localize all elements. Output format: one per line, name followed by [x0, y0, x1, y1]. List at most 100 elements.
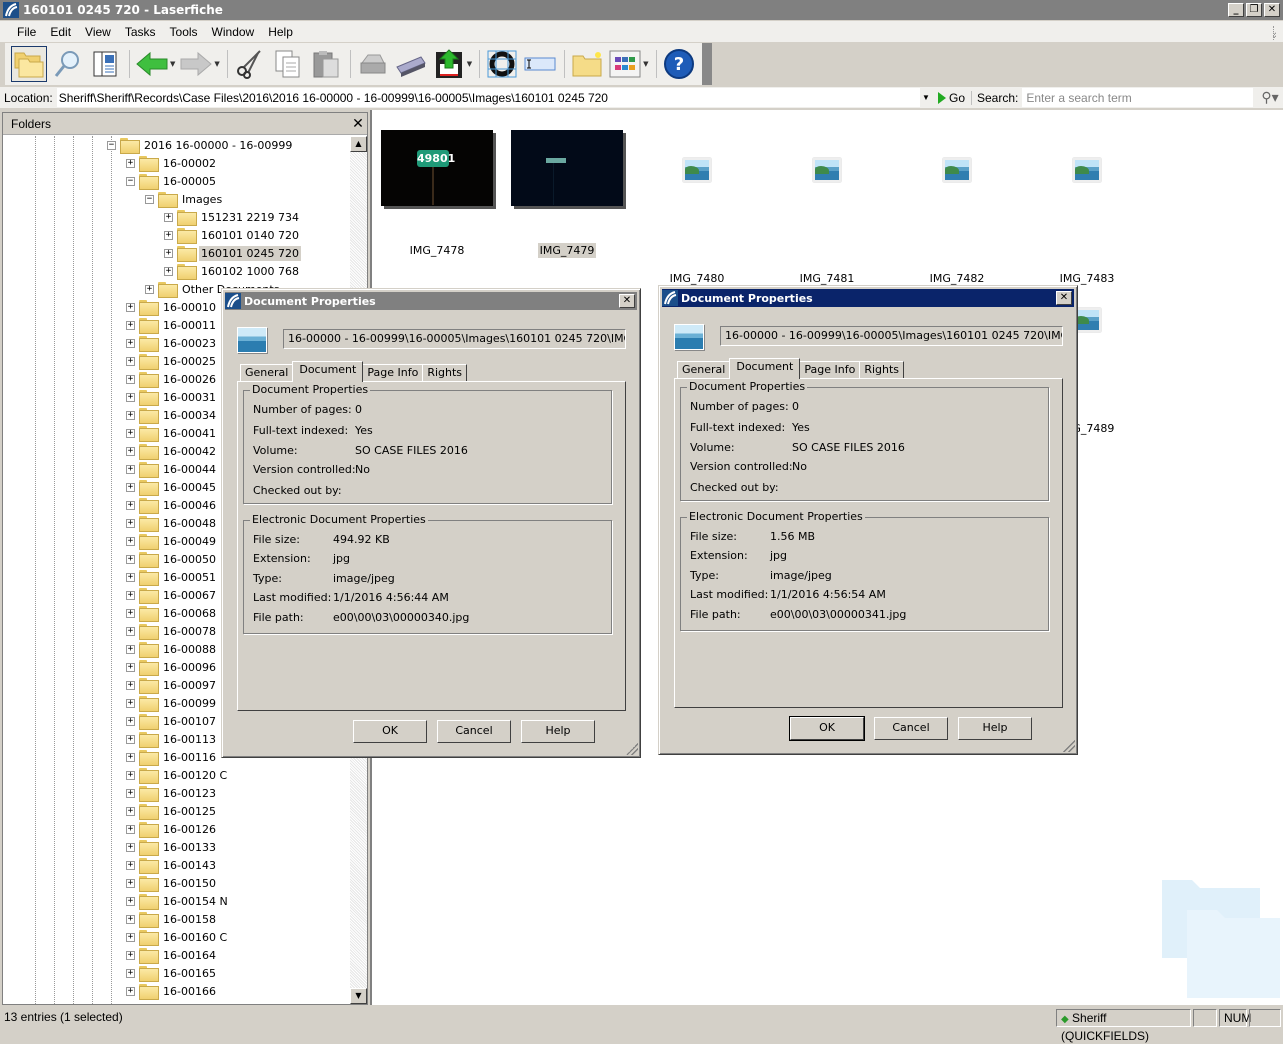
tree-item[interactable]: +16-00026 — [126, 370, 218, 388]
print-button[interactable] — [355, 46, 391, 82]
tab-document[interactable]: Document — [729, 358, 801, 379]
folders-toggle-button[interactable] — [11, 46, 47, 82]
scroll-up-button[interactable]: ▲ — [350, 136, 367, 152]
dialog-close-button[interactable]: ✕ — [1056, 291, 1072, 305]
close-button[interactable]: ✕ — [1264, 3, 1280, 17]
tree-item[interactable]: +16-00165 — [126, 964, 218, 982]
tree-item[interactable]: +16-00067 — [126, 586, 218, 604]
view-mode-dropdown-icon[interactable]: ▼ — [643, 60, 648, 68]
tree-item[interactable]: +16-00120 C — [126, 766, 229, 784]
rename-button[interactable] — [522, 46, 558, 82]
tree-item[interactable]: +16-00010 — [126, 298, 218, 316]
expand-icon[interactable]: + — [126, 878, 135, 888]
tree-item[interactable]: +16-00041 — [126, 424, 218, 442]
scan-button[interactable] — [393, 46, 429, 82]
tree-item[interactable]: +160102 1000 768 — [164, 262, 301, 280]
metadata-pane-button[interactable] — [87, 46, 123, 82]
cancel-button[interactable]: Cancel — [437, 720, 511, 743]
search-input[interactable] — [1022, 88, 1254, 107]
location-input[interactable] — [56, 88, 921, 107]
expand-icon[interactable]: + — [126, 572, 135, 582]
tree-item[interactable]: − 2016 16-00000 - 16-00999 — [107, 136, 294, 154]
forward-button[interactable] — [178, 46, 214, 82]
expand-icon[interactable]: + — [126, 446, 135, 456]
dialog-close-button[interactable]: ✕ — [619, 294, 635, 308]
go-button[interactable]: Go — [937, 90, 972, 105]
expand-icon[interactable]: + — [164, 248, 173, 258]
expand-icon[interactable]: + — [126, 824, 135, 834]
menu-view[interactable]: View — [78, 23, 118, 41]
help-button[interactable]: Help — [958, 717, 1032, 740]
expand-icon[interactable]: + — [145, 284, 154, 294]
import-button[interactable] — [431, 46, 467, 82]
expand-icon[interactable]: + — [164, 230, 173, 240]
tree-item[interactable]: +160101 0140 720 — [164, 226, 301, 244]
folders-close-icon[interactable]: ✕ — [349, 115, 367, 132]
import-dropdown-icon[interactable]: ▼ — [467, 60, 472, 68]
tree-item[interactable]: +16-00078 — [126, 622, 218, 640]
expand-icon[interactable]: + — [126, 464, 135, 474]
tree-item[interactable]: +16-00096 — [126, 658, 218, 676]
expand-icon[interactable]: + — [126, 518, 135, 528]
resize-grip[interactable] — [626, 743, 638, 755]
document-thumbnail[interactable]: IMG_7481 — [767, 130, 887, 286]
expand-icon[interactable]: + — [126, 428, 135, 438]
menubar-grip[interactable] — [1273, 26, 1276, 40]
tree-item[interactable]: +16-00050 — [126, 550, 218, 568]
collapse-icon[interactable]: − — [145, 194, 154, 204]
expand-icon[interactable]: + — [126, 302, 135, 312]
tree-item[interactable]: +16-00046 — [126, 496, 218, 514]
tree-item[interactable]: +16-00123 — [126, 784, 218, 802]
tree-item[interactable]: +16-00164 — [126, 946, 218, 964]
tree-item[interactable]: +16-00150 — [126, 874, 218, 892]
menu-tools[interactable]: Tools — [163, 23, 205, 41]
tree-item[interactable]: +16-00034 — [126, 406, 218, 424]
back-button[interactable] — [134, 46, 170, 82]
expand-icon[interactable]: + — [126, 158, 135, 168]
tree-item[interactable]: +16-00099 — [126, 694, 218, 712]
cancel-button[interactable]: Cancel — [874, 717, 948, 740]
tab-rights[interactable]: Rights — [859, 361, 905, 379]
collapse-icon[interactable]: − — [126, 176, 135, 186]
tree-item[interactable]: +16-00044 — [126, 460, 218, 478]
tab-document[interactable]: Document — [292, 361, 364, 382]
expand-icon[interactable]: + — [126, 806, 135, 816]
help-button[interactable]: Help — [521, 720, 595, 743]
tree-item[interactable]: +16-00126 — [126, 820, 218, 838]
tree-item[interactable]: +16-00088 — [126, 640, 218, 658]
expand-icon[interactable]: + — [126, 698, 135, 708]
tree-item[interactable]: +16-00042 — [126, 442, 218, 460]
search-button[interactable] — [49, 46, 85, 82]
expand-icon[interactable]: + — [126, 680, 135, 690]
expand-icon[interactable]: + — [126, 392, 135, 402]
tree-item[interactable]: +16-00154 N — [126, 892, 230, 910]
view-mode-button[interactable] — [607, 46, 643, 82]
tree-item[interactable]: +16-00097 — [126, 676, 218, 694]
menu-help[interactable]: Help — [261, 23, 300, 41]
tree-item[interactable]: +16-00051 — [126, 568, 218, 586]
document-thumbnail[interactable]: IMG_7480 — [637, 130, 757, 286]
expand-icon[interactable]: + — [126, 590, 135, 600]
tree-item[interactable]: +16-00158 — [126, 910, 218, 928]
tab-rights[interactable]: Rights — [422, 364, 468, 382]
expand-icon[interactable]: + — [164, 266, 173, 276]
restore-button[interactable]: ❐ — [1246, 3, 1262, 17]
tab-general[interactable]: General — [677, 361, 731, 379]
tree-item[interactable]: +16-00011 — [126, 316, 218, 334]
ok-button[interactable]: OK — [789, 716, 865, 741]
expand-icon[interactable]: + — [126, 374, 135, 384]
document-thumbnail[interactable]: 49801 IMG_7478 — [377, 130, 497, 258]
menu-window[interactable]: Window — [205, 23, 262, 41]
expand-icon[interactable]: + — [126, 500, 135, 510]
tab-page-info[interactable]: Page Info — [362, 364, 424, 382]
tree-item[interactable]: +16-00002 — [126, 154, 218, 172]
expand-icon[interactable]: + — [126, 986, 135, 996]
back-dropdown-icon[interactable]: ▼ — [170, 60, 175, 68]
expand-icon[interactable]: + — [126, 770, 135, 780]
tree-item[interactable]: +16-00133 — [126, 838, 218, 856]
expand-icon[interactable]: + — [126, 320, 135, 330]
tree-item[interactable]: +16-00107 — [126, 712, 218, 730]
document-thumbnail[interactable]: IMG_7482 — [897, 130, 1017, 286]
tree-item[interactable]: +16-00125 — [126, 802, 218, 820]
expand-icon[interactable]: + — [126, 626, 135, 636]
